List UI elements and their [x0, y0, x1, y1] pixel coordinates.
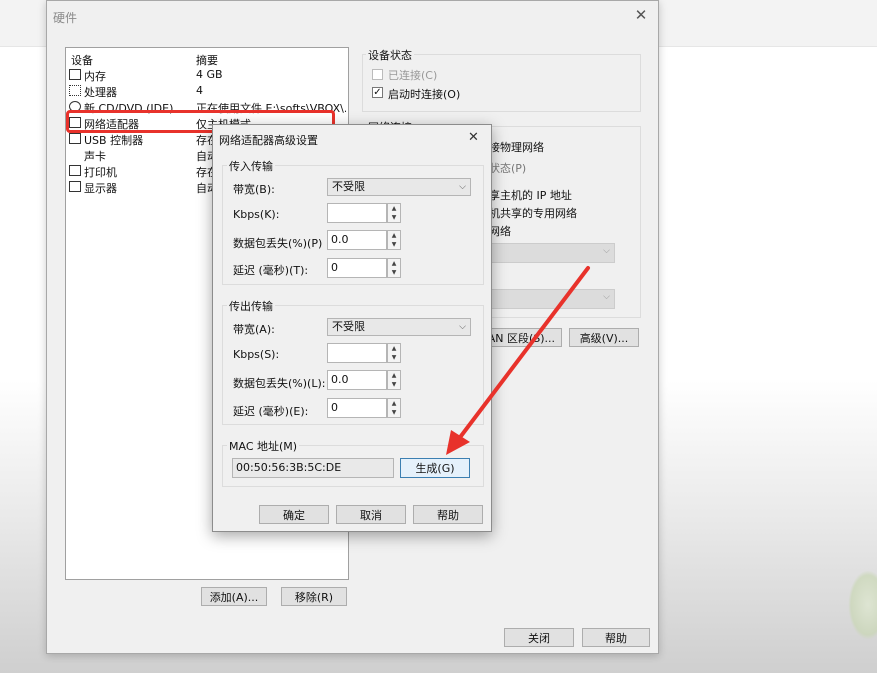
annotation-arrow	[446, 266, 590, 455]
arrow-shaft	[456, 266, 590, 442]
arrow-head	[446, 430, 470, 455]
